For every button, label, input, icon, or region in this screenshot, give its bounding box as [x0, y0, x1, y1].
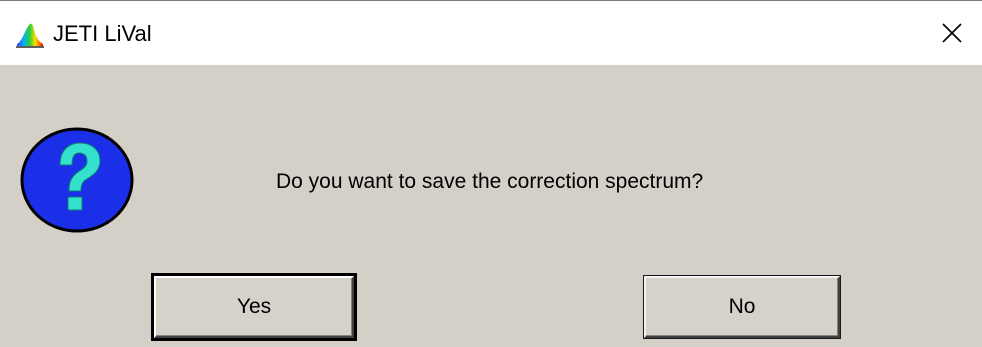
window-title: JETI LiVal: [53, 21, 152, 46]
title-bar[interactable]: JETI LiVal: [0, 0, 982, 65]
close-button[interactable]: [922, 1, 982, 65]
yes-button[interactable]: Yes: [151, 273, 357, 341]
no-button[interactable]: No: [644, 276, 840, 338]
question-icon: [20, 127, 134, 233]
dialog-window: JETI LiVal Do you want to save the corre…: [0, 0, 982, 347]
close-icon: [941, 22, 963, 44]
dialog-message: Do you want to save the correction spect…: [276, 170, 704, 193]
spectrum-app-icon: [16, 22, 44, 48]
